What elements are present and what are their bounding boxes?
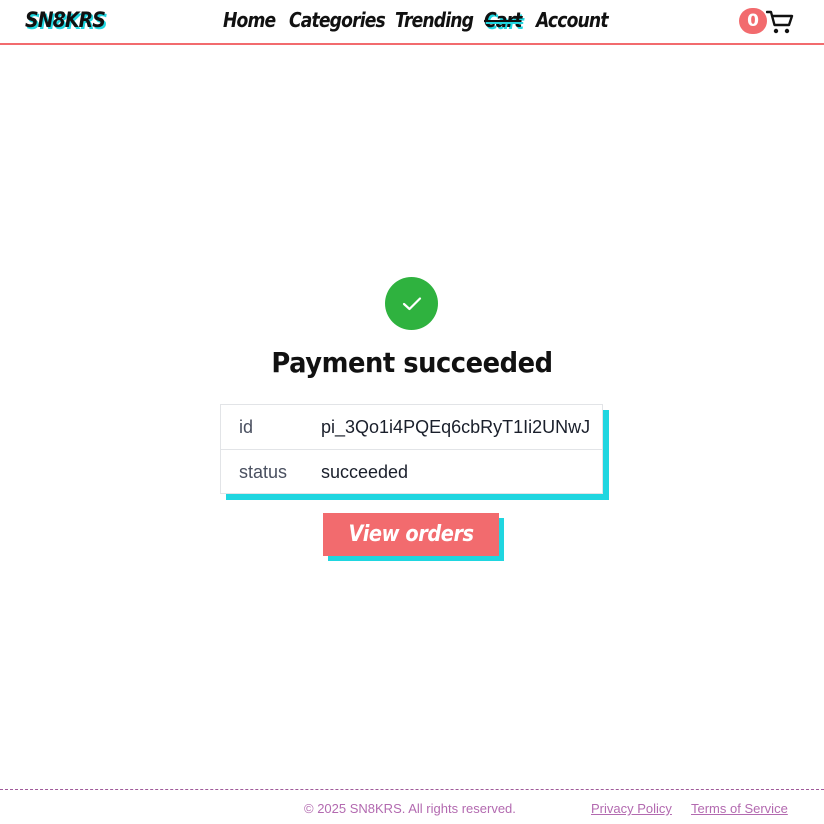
view-orders-button[interactable]: View orders [323, 513, 499, 556]
detail-row-id: id pi_3Qo1i4PQEq6cbRyT1Ii2UNwJ [221, 405, 602, 450]
copyright-text: © 2025 SN8KRS. All rights reserved. [304, 801, 516, 816]
view-orders-label: View orders [348, 522, 474, 547]
page-title: Payment succeeded [271, 346, 553, 379]
terms-of-service-link[interactable]: Terms of Service [691, 801, 788, 816]
site-footer: © 2025 SN8KRS. All rights reserved. Priv… [0, 789, 824, 824]
nav-cart[interactable]: Cart [484, 8, 522, 32]
success-badge [385, 277, 438, 330]
site-header: SN8KRS Home Categories Trending Cart Acc… [0, 0, 824, 45]
details-table: id pi_3Qo1i4PQEq6cbRyT1Ii2UNwJ status su… [220, 404, 603, 494]
page: SN8KRS Home Categories Trending Cart Acc… [0, 0, 824, 824]
detail-key: status [239, 462, 288, 482]
detail-value: succeeded [321, 462, 409, 482]
cart-icon[interactable] [766, 9, 794, 35]
check-icon [402, 296, 421, 310]
privacy-policy-link[interactable]: Privacy Policy [591, 801, 672, 816]
brand-logo[interactable]: SN8KRS [25, 8, 106, 32]
cart-count-badge[interactable]: 0 [739, 8, 767, 34]
view-orders-wrap: View orders [323, 513, 504, 561]
nav-trending[interactable]: Trending [395, 8, 474, 32]
payment-details: id pi_3Qo1i4PQEq6cbRyT1Ii2UNwJ status su… [220, 404, 609, 500]
detail-value: pi_3Qo1i4PQEq6cbRyT1Ii2UNwJ [321, 417, 591, 437]
detail-key: id [239, 417, 254, 437]
detail-row-status: status succeeded [221, 450, 602, 494]
nav-categories[interactable]: Categories [289, 8, 386, 32]
nav-home[interactable]: Home [223, 8, 276, 32]
nav-account[interactable]: Account [536, 8, 609, 32]
